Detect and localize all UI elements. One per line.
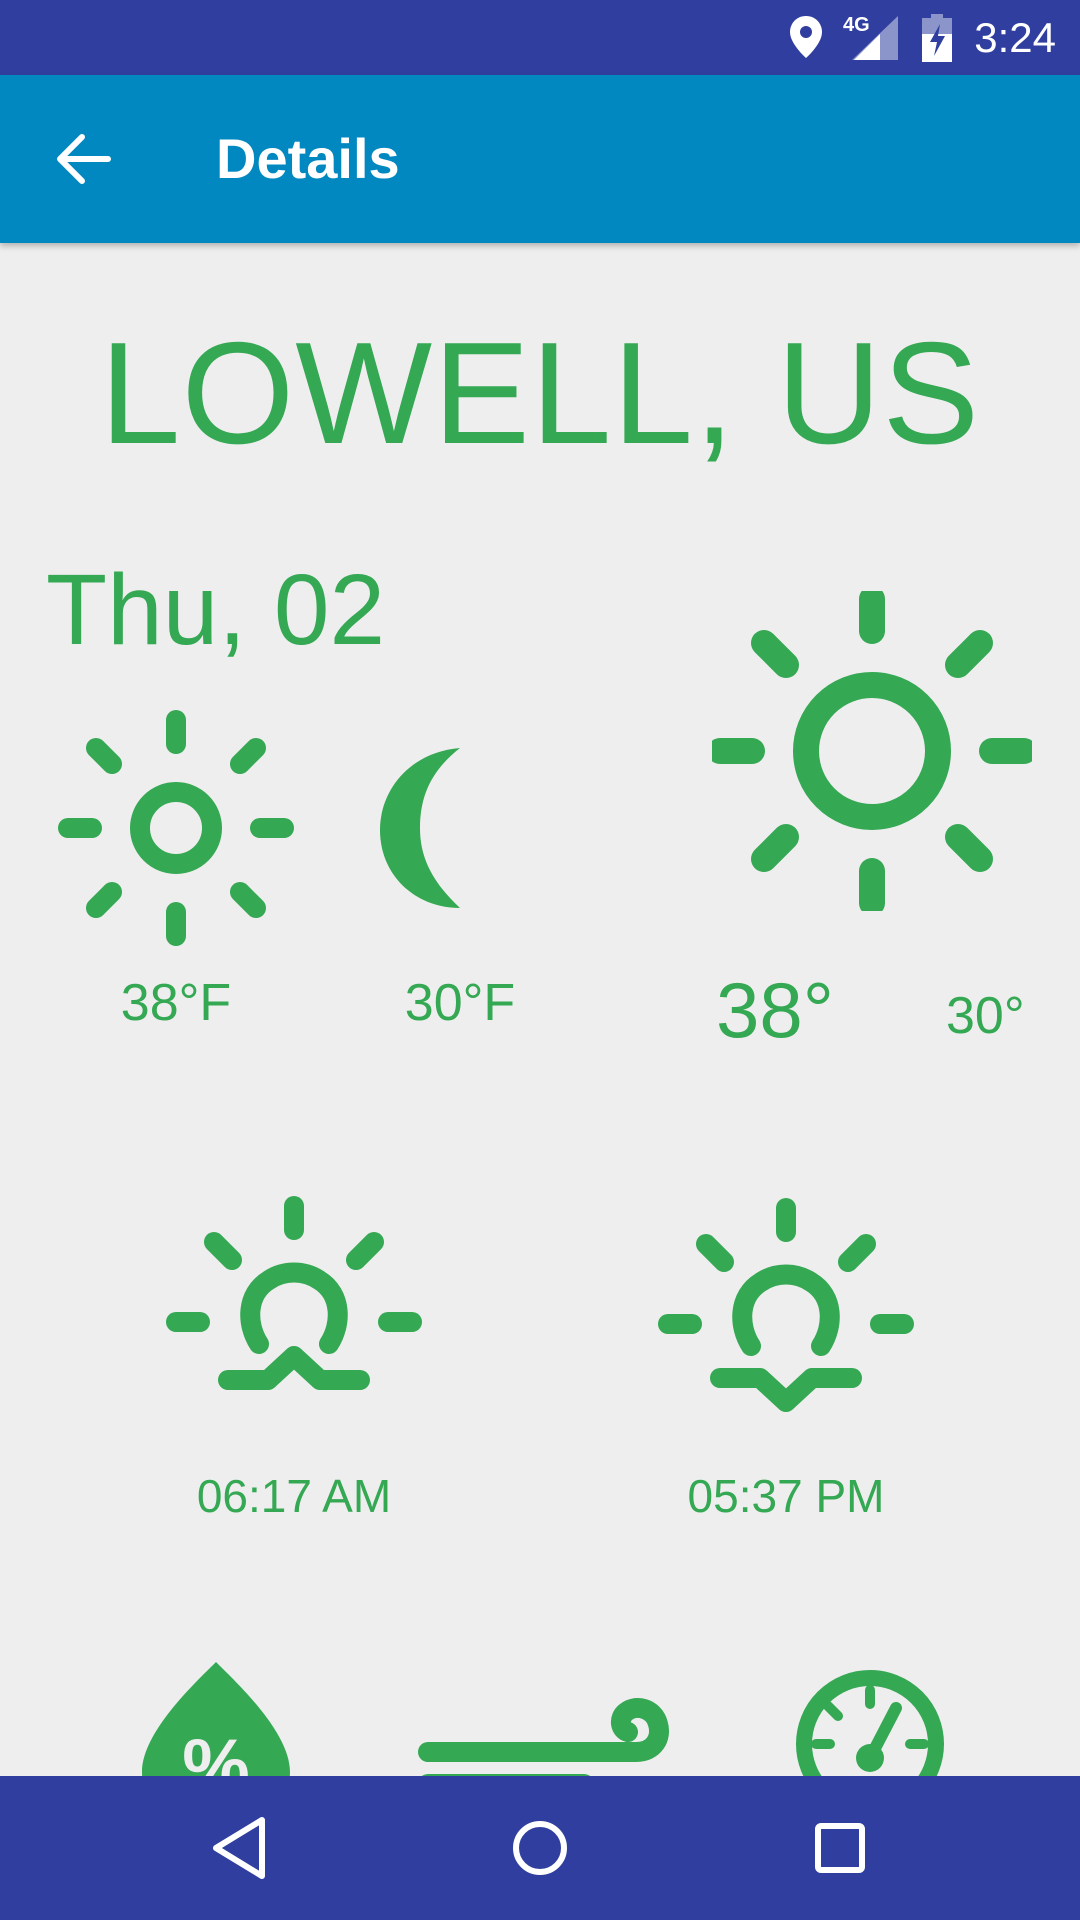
signal-icon — [852, 16, 898, 60]
current-low-temperature: 30° — [946, 987, 1025, 1045]
page-title: Details — [216, 127, 400, 190]
location-title: LOWELL, US — [99, 312, 981, 474]
back-button[interactable] — [40, 119, 128, 199]
battery-charging-icon — [922, 14, 952, 62]
nav-recents-icon — [815, 1823, 865, 1873]
nav-back-button[interactable] — [200, 1808, 280, 1888]
navigation-bar — [0, 1776, 1080, 1920]
nav-back-icon — [213, 1817, 265, 1879]
nav-home-icon — [513, 1821, 567, 1875]
sunset-time: 05:37 PM — [687, 1470, 885, 1522]
moon-icon — [380, 748, 460, 908]
sunrise-icon — [166, 1196, 422, 1390]
night-temperature: 30°F — [404, 974, 516, 1032]
sunrise-time: 06:17 AM — [196, 1470, 392, 1522]
current-sun-icon — [712, 591, 1032, 911]
location-icon — [790, 16, 822, 58]
current-high-temperature: 38° — [716, 966, 834, 1054]
nav-home-button[interactable] — [500, 1808, 580, 1888]
status-bar: 4G 3:24 — [0, 0, 1080, 75]
nav-recents-button[interactable] — [800, 1808, 880, 1888]
status-time: 3:24 — [974, 14, 1056, 61]
forecast-date: Thu, 02 — [46, 554, 386, 666]
day-temperature: 38°F — [120, 974, 232, 1032]
app-bar: Details — [0, 75, 1080, 243]
wind-icon — [418, 1698, 669, 1788]
sunset-icon — [658, 1198, 914, 1412]
sun-icon — [58, 710, 294, 946]
arrow-back-icon — [57, 134, 111, 184]
